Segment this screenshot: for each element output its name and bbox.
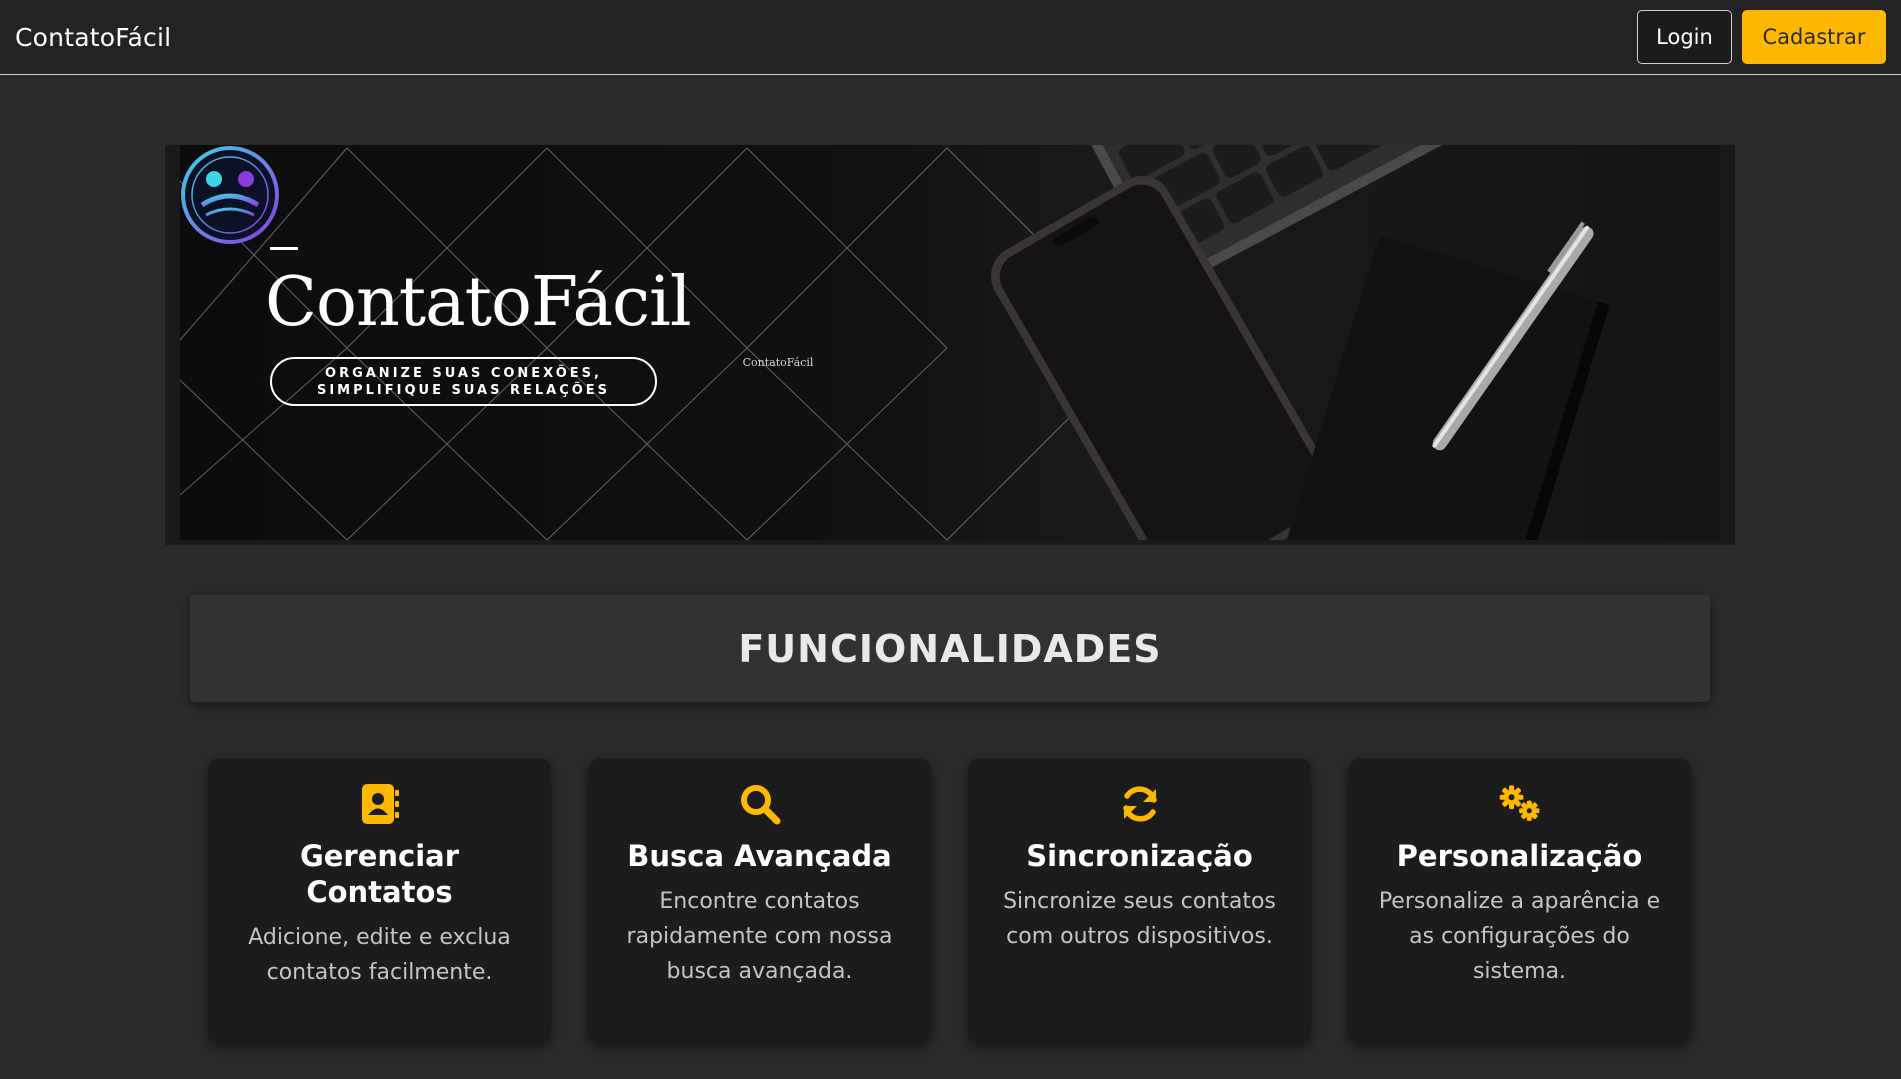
banner-logo-caption: ContatoFácil bbox=[742, 356, 814, 369]
banner-background-art bbox=[180, 145, 1622, 540]
feature-card-customization: Personalização Personalize a aparência e… bbox=[1348, 758, 1691, 1044]
signup-button[interactable]: Cadastrar bbox=[1742, 10, 1886, 64]
banner-tagline: ORGANIZE SUAS CONEXÕES, SIMPLIFIQUE SUAS… bbox=[270, 357, 657, 406]
feature-card-manage-contacts: Gerenciar Contatos Adicione, edite e exc… bbox=[208, 758, 551, 1044]
navbar: ContatoFácil Login Cadastrar bbox=[0, 0, 1901, 75]
feature-title: Gerenciar Contatos bbox=[299, 839, 460, 909]
feature-description: Adicione, edite e exclua contatos facilm… bbox=[248, 925, 511, 985]
handshake-logo-icon bbox=[181, 146, 279, 244]
brand-logo[interactable]: ContatoFácil bbox=[15, 23, 171, 52]
feature-card-sync: Sincronização Sincronize seus contatos c… bbox=[968, 758, 1311, 1044]
feature-card-advanced-search: Busca Avançada Encontre contatos rapidam… bbox=[588, 758, 931, 1044]
tagline-line-1: ORGANIZE SUAS CONEXÕES, bbox=[325, 365, 602, 381]
feature-description: Encontre contatos rapidamente com nossa … bbox=[626, 889, 893, 984]
features-header: FUNCIONALIDADES bbox=[190, 595, 1710, 702]
feature-description: Personalize a aparência e as configuraçõ… bbox=[1378, 889, 1661, 984]
sync-icon bbox=[1118, 782, 1162, 826]
cogs-icon bbox=[1498, 782, 1542, 826]
features-title: FUNCIONALIDADES bbox=[738, 626, 1162, 671]
feature-title: Sincronização bbox=[1026, 839, 1253, 873]
nav-actions: Login Cadastrar bbox=[1637, 10, 1886, 64]
feature-description: Sincronize seus contatos com outros disp… bbox=[1003, 889, 1276, 949]
feature-title: Personalização bbox=[1396, 839, 1643, 873]
banner-dash bbox=[270, 247, 298, 250]
feature-title: Busca Avançada bbox=[627, 839, 892, 873]
tagline-line-2: SIMPLIFIQUE SUAS RELAÇÕES bbox=[316, 382, 611, 398]
banner-title: ContatoFácil bbox=[265, 263, 692, 342]
login-button[interactable]: Login bbox=[1637, 10, 1732, 64]
address-book-icon bbox=[358, 782, 402, 826]
search-icon bbox=[738, 782, 782, 826]
hero-banner: ContatoFácil ORGANIZE SUAS CONEXÕES, SIM… bbox=[180, 145, 1720, 540]
